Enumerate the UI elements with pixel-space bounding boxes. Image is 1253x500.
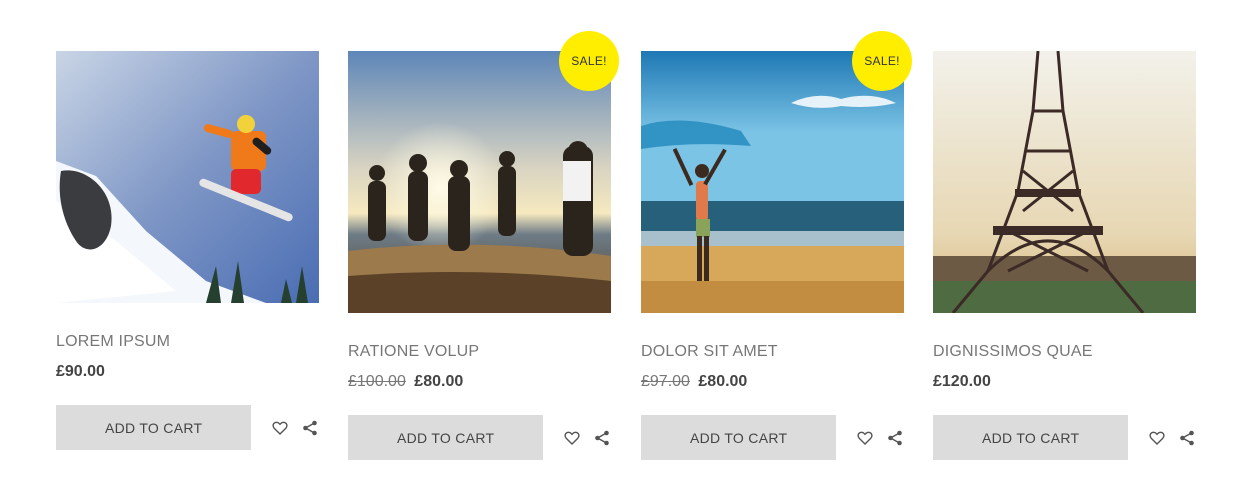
share-icon[interactable] <box>301 419 319 437</box>
share-icon[interactable] <box>886 429 904 447</box>
product-price: £120.00 <box>933 373 1196 393</box>
heart-icon[interactable] <box>271 419 289 437</box>
add-to-cart-button[interactable]: ADD TO CART <box>56 405 252 450</box>
product-card: LOREM IPSUM £90.00 ADD TO CART <box>56 51 319 450</box>
product-price: £90.00 <box>56 363 319 383</box>
product-image[interactable]: SALE! <box>641 31 912 313</box>
current-price: £120.00 <box>933 373 991 390</box>
product-title[interactable]: RATIONE VOLUP <box>348 343 611 361</box>
product-card: SALE! DOLOR SIT AMET £97.00 £80.00 ADD T… <box>641 31 912 460</box>
eiffel-tower-photo <box>933 51 1196 313</box>
sale-badge: SALE! <box>559 31 619 91</box>
share-icon[interactable] <box>1178 429 1196 447</box>
current-price: £80.00 <box>414 373 464 390</box>
current-price: £90.00 <box>56 363 105 380</box>
add-to-cart-button[interactable]: ADD TO CART <box>348 415 544 460</box>
current-price: £80.00 <box>698 373 748 390</box>
product-actions: ADD TO CART <box>56 405 319 450</box>
product-actions: ADD TO CART <box>348 415 611 460</box>
product-image[interactable]: SALE! <box>348 31 619 313</box>
product-title[interactable]: DOLOR SIT AMET <box>641 343 904 361</box>
old-price: £100.00 <box>348 373 406 390</box>
add-to-cart-button[interactable]: ADD TO CART <box>933 415 1129 460</box>
heart-icon[interactable] <box>563 429 581 447</box>
product-price: £100.00 £80.00 <box>348 373 611 393</box>
product-card: SALE! RATIONE VOLUP £100.00 £80.00 ADD T… <box>348 31 619 460</box>
share-icon[interactable] <box>593 429 611 447</box>
product-price: £97.00 £80.00 <box>641 373 904 393</box>
beach-scarf-photo <box>641 51 904 313</box>
product-card: DIGNISSIMOS QUAE £120.00 ADD TO CART <box>933 51 1196 460</box>
old-price: £97.00 <box>641 373 690 390</box>
heart-icon[interactable] <box>1148 429 1166 447</box>
product-grid: LOREM IPSUM £90.00 ADD TO CART SALE! RAT… <box>0 0 1253 500</box>
product-title[interactable]: LOREM IPSUM <box>56 333 319 351</box>
sale-badge: SALE! <box>852 31 912 91</box>
product-image[interactable] <box>56 51 319 303</box>
product-actions: ADD TO CART <box>641 415 904 460</box>
beach-runners-photo <box>348 51 611 313</box>
product-title[interactable]: DIGNISSIMOS QUAE <box>933 343 1196 361</box>
add-to-cart-button[interactable]: ADD TO CART <box>641 415 837 460</box>
snowboarder-photo <box>56 51 319 303</box>
product-actions: ADD TO CART <box>933 415 1196 460</box>
product-image[interactable] <box>933 51 1196 313</box>
heart-icon[interactable] <box>856 429 874 447</box>
